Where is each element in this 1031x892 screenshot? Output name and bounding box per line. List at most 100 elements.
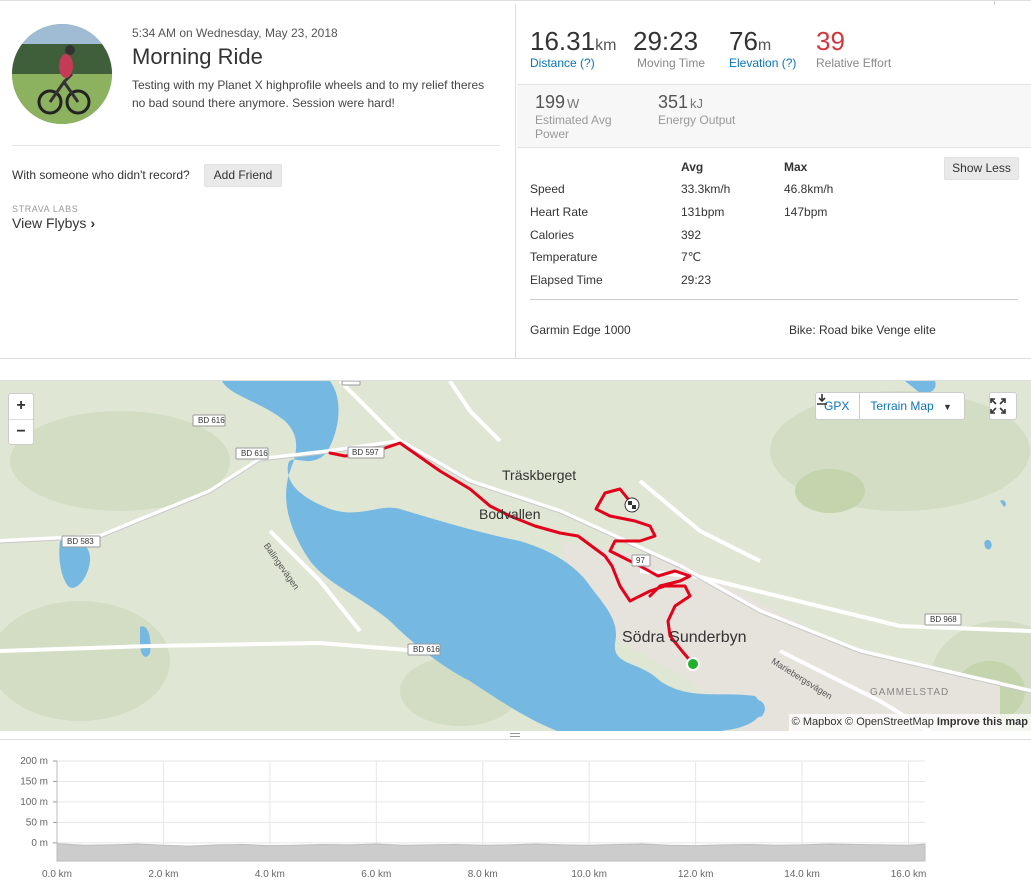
row-label: Temperature — [530, 250, 598, 264]
x-tick-label: 4.0 km — [255, 869, 285, 880]
stat-value: 76 — [729, 26, 758, 56]
add-friend-button[interactable]: Add Friend — [204, 164, 282, 187]
stat-unit: km — [595, 37, 617, 54]
x-tick-label: 8.0 km — [468, 869, 498, 880]
y-tick-label: 150 m — [20, 776, 48, 787]
row-avg: 392 — [681, 228, 702, 242]
label-bd616-c: BD 616 — [413, 645, 440, 654]
gpx-download-button[interactable]: GPX — [816, 393, 861, 419]
stats-panel: 16.31km Distance (?) 29:23 Moving Time 7… — [517, 4, 1031, 358]
label-bd597: BD 597 — [352, 448, 379, 457]
row-avg: 29:23 — [681, 273, 712, 287]
row-avg: 33.3km/h — [681, 182, 731, 196]
distance-help-link[interactable]: Distance (?) — [530, 56, 616, 70]
label-bd583: BD 583 — [67, 537, 94, 546]
elevation-chart-svg[interactable]: 200 m 150 m 100 m 50 m 0 m 0.0 km 2.0 km 4.0 km… — [0, 745, 1031, 892]
stat-unit: m — [757, 37, 772, 54]
place-gammelstad: GAMMELSTAD — [870, 687, 950, 698]
label-bd968: BD 968 — [930, 615, 957, 624]
row-avg: 131bpm — [681, 205, 725, 219]
expand-icon — [990, 398, 1006, 414]
strava-labs-label: STRAVA LABS — [12, 204, 79, 214]
label-bd616-a: BD 616 — [198, 416, 225, 425]
stat-power: 199 W Estimated Avg Power — [535, 92, 612, 141]
stat-unit: kJ — [690, 96, 704, 111]
view-flybys-link[interactable]: View Flybys › — [12, 215, 95, 231]
stat-value: 351 — [658, 92, 689, 112]
divider — [12, 145, 500, 146]
y-tick-label: 200 m — [20, 756, 48, 767]
elevation-help-link[interactable]: Elevation (?) — [729, 56, 796, 70]
route-map[interactable]: BD 616 BD 616 BD 597 BD 583 BD 616 BD 96… — [0, 380, 1031, 731]
label-bd616-b: BD 616 — [241, 449, 268, 458]
osm-link[interactable]: © OpenStreetMap — [845, 716, 934, 728]
row-label: Calories — [530, 228, 575, 242]
stat-value: 29:23 — [633, 26, 699, 56]
map-canvas[interactable] — [0, 381, 1031, 731]
activity-datetime: 5:34 AM on Wednesday, May 23, 2018 — [132, 26, 338, 40]
device-name: Garmin Edge 1000 — [530, 323, 631, 337]
zoom-controls: + − — [8, 393, 34, 445]
activity-summary: 5:34 AM on Wednesday, May 23, 2018 Morni… — [0, 4, 516, 358]
bike-name[interactable]: Bike: Road bike Venge elite — [789, 323, 936, 337]
stat-label: Relative Effort — [816, 56, 892, 70]
stat-label: Estimated Avg — [535, 113, 612, 127]
map-type-dropdown[interactable]: Terrain Map ▼ — [860, 393, 964, 419]
detail-row-heart-rate: Heart Rate 131bpm 147bpm — [530, 205, 1020, 227]
x-tick-label: 12.0 km — [678, 869, 714, 880]
detail-row-elapsed-time: Elapsed Time 29:23 — [530, 273, 1020, 295]
stat-value: 16.31 — [530, 26, 596, 56]
caret-down-icon: ▼ — [943, 402, 952, 412]
stat-elevation: 76m Elevation (?) — [729, 26, 796, 70]
row-label: Elapsed Time — [530, 273, 603, 287]
secondary-stats: 199 W Estimated Avg Power 351 kJ Energy Ou… — [517, 84, 1031, 148]
zoom-out-button[interactable]: − — [9, 419, 33, 444]
divider — [530, 299, 1018, 300]
download-icon — [817, 394, 827, 405]
x-tick-label: 6.0 km — [361, 869, 391, 880]
friend-question: With someone who didn't record? — [12, 168, 190, 182]
label-top-97: 97 — [345, 381, 353, 383]
stat-relative-effort[interactable]: 39 Relative Effort — [816, 26, 891, 70]
row-label: Speed — [530, 182, 565, 196]
x-tick-label: 2.0 km — [148, 869, 178, 880]
chevron-right-icon: › — [90, 215, 96, 231]
map-resize-bar[interactable] — [0, 731, 1031, 740]
place-sodra-sunderbyn: Södra Sunderbyn — [622, 629, 747, 646]
stat-label: Energy Output — [658, 113, 736, 127]
x-tick-label: 16.0 km — [891, 869, 927, 880]
max-header: Max — [784, 160, 808, 174]
section-divider — [0, 358, 1031, 359]
detail-row-temperature: Temperature 7℃ — [530, 250, 1020, 272]
finish-flag-icon[interactable] — [624, 497, 640, 513]
row-max: 147bpm — [784, 205, 828, 219]
x-tick-label: 14.0 km — [784, 869, 820, 880]
improve-map-link[interactable]: Improve this map — [937, 716, 1028, 728]
athlete-avatar[interactable] — [12, 24, 112, 124]
place-traskberget: Träskberget — [502, 467, 577, 483]
fullscreen-button[interactable] — [989, 392, 1017, 420]
y-tick-label: 100 m — [20, 797, 48, 808]
mapbox-link[interactable]: © Mapbox — [792, 716, 842, 728]
start-marker[interactable] — [686, 657, 700, 671]
show-less-button[interactable]: Show Less — [944, 157, 1019, 180]
row-max: 46.8km/h — [784, 182, 834, 196]
detail-row-speed: Speed 33.3km/h 46.8km/h — [530, 182, 1020, 204]
stat-energy: 351 kJ Energy Output — [658, 92, 735, 127]
drag-handle-icon[interactable] — [510, 733, 520, 737]
elevation-chart[interactable]: 200 m 150 m 100 m 50 m 0 m 0.0 km 2.0 km 4.0 km… — [0, 745, 1031, 892]
place-bodvallen: Bodvallen — [479, 506, 541, 522]
stat-moving-time: 29:23 Moving Time — [633, 26, 705, 70]
map-attribution: © Mapbox © OpenStreetMap Improve this ma… — [788, 714, 1031, 731]
stat-label-line2: Power — [535, 127, 570, 141]
activity-description: Testing with my Planet X highprofile whe… — [132, 78, 485, 110]
stat-distance: 16.31km Distance (?) — [530, 26, 616, 70]
x-tick-label: 10.0 km — [571, 869, 607, 880]
detail-row-calories: Calories 392 — [530, 228, 1020, 250]
stat-unit: W — [567, 96, 580, 111]
x-tick-label: 0.0 km — [42, 869, 72, 880]
avg-header: Avg — [681, 160, 704, 174]
zoom-in-button[interactable]: + — [9, 394, 33, 419]
stat-value: 39 — [816, 26, 845, 56]
y-tick-label: 50 m — [26, 817, 48, 828]
